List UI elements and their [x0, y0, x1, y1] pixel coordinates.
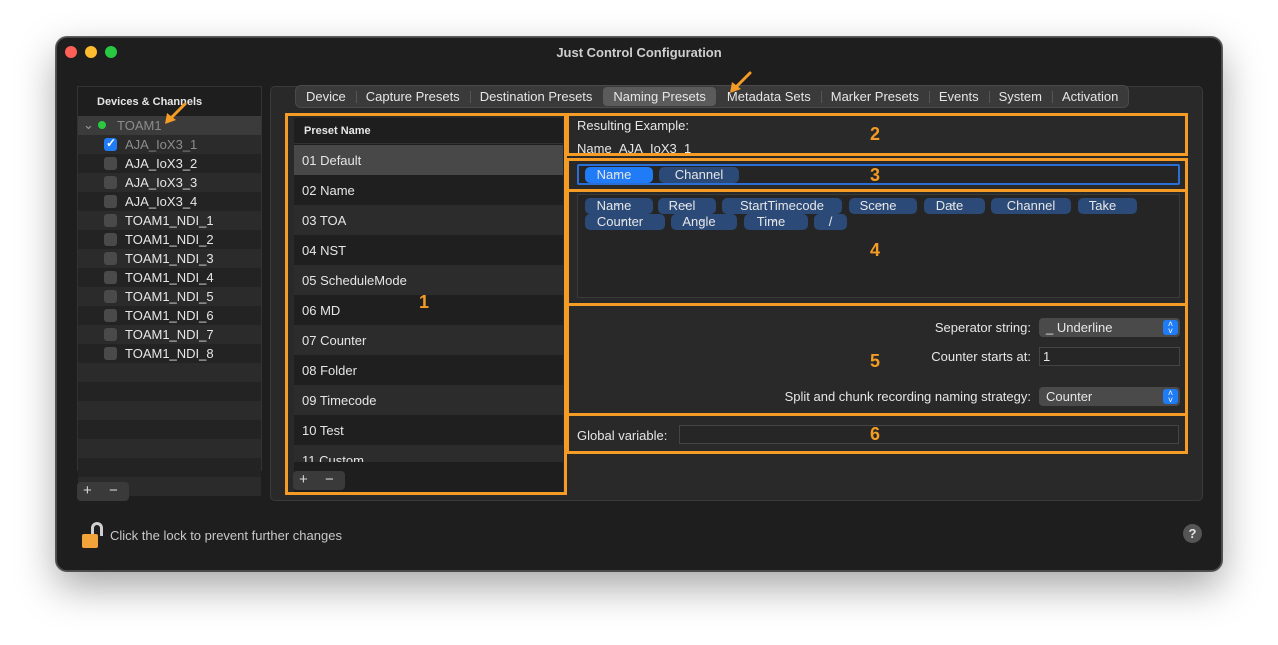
- help-button[interactable]: ?: [1183, 524, 1202, 543]
- channel-label: TOAM1_NDI_3: [125, 251, 214, 266]
- title-bar: Just Control Configuration: [57, 38, 1221, 66]
- empty-row: [78, 439, 261, 458]
- channel-label: AJA_IoX3_4: [125, 194, 198, 209]
- empty-row: [78, 401, 261, 420]
- window-title: Just Control Configuration: [556, 45, 722, 60]
- channel-checkbox[interactable]: [104, 309, 117, 322]
- channel-checkbox[interactable]: [104, 347, 117, 360]
- channel-checkbox[interactable]: [104, 271, 117, 284]
- annotation-number-2: 2: [870, 124, 881, 144]
- add-device-button[interactable]: +: [83, 482, 92, 499]
- channel-row[interactable]: AJA_IoX3_3: [78, 173, 261, 192]
- annotation-number-6: 6: [870, 424, 881, 444]
- channel-checkbox[interactable]: [104, 195, 117, 208]
- channel-checkbox[interactable]: [104, 328, 117, 341]
- tab-system[interactable]: System: [988, 86, 1052, 107]
- channel-label: AJA_IoX3_3: [125, 175, 198, 190]
- sidebar-add-remove: + −: [77, 482, 129, 501]
- channel-row[interactable]: TOAM1_NDI_4: [78, 268, 261, 287]
- channel-label: TOAM1_NDI_7: [125, 327, 214, 342]
- channel-checkbox[interactable]: [104, 233, 117, 246]
- chevron-down-icon[interactable]: ⌄: [83, 117, 94, 133]
- channel-label: TOAM1_NDI_5: [125, 289, 214, 304]
- channel-label: TOAM1_NDI_8: [125, 346, 214, 361]
- tab-destination-presets[interactable]: Destination Presets: [469, 86, 603, 107]
- channel-row[interactable]: TOAM1_NDI_2: [78, 230, 261, 249]
- annotation-number-3: 3: [870, 165, 881, 185]
- config-window: Just Control Configuration Devices & Cha…: [56, 37, 1222, 571]
- channel-checkbox[interactable]: [104, 214, 117, 227]
- annotation-arrow-sidebar: [165, 102, 187, 124]
- remove-device-button[interactable]: −: [109, 482, 118, 499]
- tab-bar: Device Capture Presets Destination Presets…: [295, 85, 1130, 108]
- tab-device[interactable]: Device: [296, 86, 356, 107]
- devices-channels-panel: Devices & Channels ⌄ TOAM1 AJA_IoX3_1AJA…: [77, 86, 262, 496]
- channel-label: TOAM1_NDI_2: [125, 232, 214, 247]
- channel-label: AJA_IoX3_1: [125, 137, 198, 152]
- tab-marker-presets[interactable]: Marker Presets: [820, 86, 929, 107]
- empty-row: [78, 420, 261, 439]
- annotation-number-1: 1: [419, 292, 430, 312]
- channel-row[interactable]: TOAM1_NDI_7: [78, 325, 261, 344]
- channel-label: TOAM1_NDI_4: [125, 270, 214, 285]
- tab-activation[interactable]: Activation: [1051, 86, 1128, 107]
- channel-label: AJA_IoX3_2: [125, 156, 198, 171]
- channel-checkbox[interactable]: [104, 290, 117, 303]
- tab-events[interactable]: Events: [928, 86, 989, 107]
- lock-icon[interactable]: [82, 522, 103, 550]
- channel-row[interactable]: AJA_IoX3_4: [78, 192, 261, 211]
- channel-row[interactable]: AJA_IoX3_1: [78, 135, 261, 154]
- channel-checkbox[interactable]: [104, 252, 117, 265]
- annotation-number-4: 4: [870, 240, 881, 260]
- device-tree: ⌄ TOAM1 AJA_IoX3_1 AJA_IoX3_2 AJA_IoX3_3 AJ…: [78, 116, 261, 496]
- channel-checkbox[interactable]: [104, 136, 117, 151]
- tab-capture-presets[interactable]: Capture Presets: [355, 86, 470, 107]
- channel-checkbox[interactable]: [104, 157, 117, 170]
- channel-row[interactable]: TOAM1_NDI_8: [78, 344, 261, 363]
- channel-row[interactable]: TOAM1_NDI_5: [78, 287, 261, 306]
- channel-label: TOAM1_NDI_6: [125, 308, 214, 323]
- channel-checkbox[interactable]: [104, 176, 117, 189]
- annotation-number-5: 5: [870, 351, 881, 371]
- channel-label: TOAM1_NDI_1: [125, 213, 214, 228]
- empty-row: [78, 363, 261, 382]
- status-dot-icon: [98, 121, 106, 129]
- empty-row: [78, 458, 261, 477]
- channel-row[interactable]: AJA_IoX3_2: [78, 154, 261, 173]
- channel-row[interactable]: TOAM1_NDI_3: [78, 249, 261, 268]
- empty-row: [78, 382, 261, 401]
- device-group-label: TOAM1: [117, 118, 162, 133]
- channel-row[interactable]: TOAM1_NDI_6: [78, 306, 261, 325]
- channel-row[interactable]: TOAM1_NDI_1: [78, 211, 261, 230]
- annotation-arrow-tab: [730, 71, 752, 93]
- tab-naming-presets[interactable]: Naming Presets: [603, 87, 716, 106]
- lock-hint-text: Click the lock to prevent further change…: [110, 528, 342, 543]
